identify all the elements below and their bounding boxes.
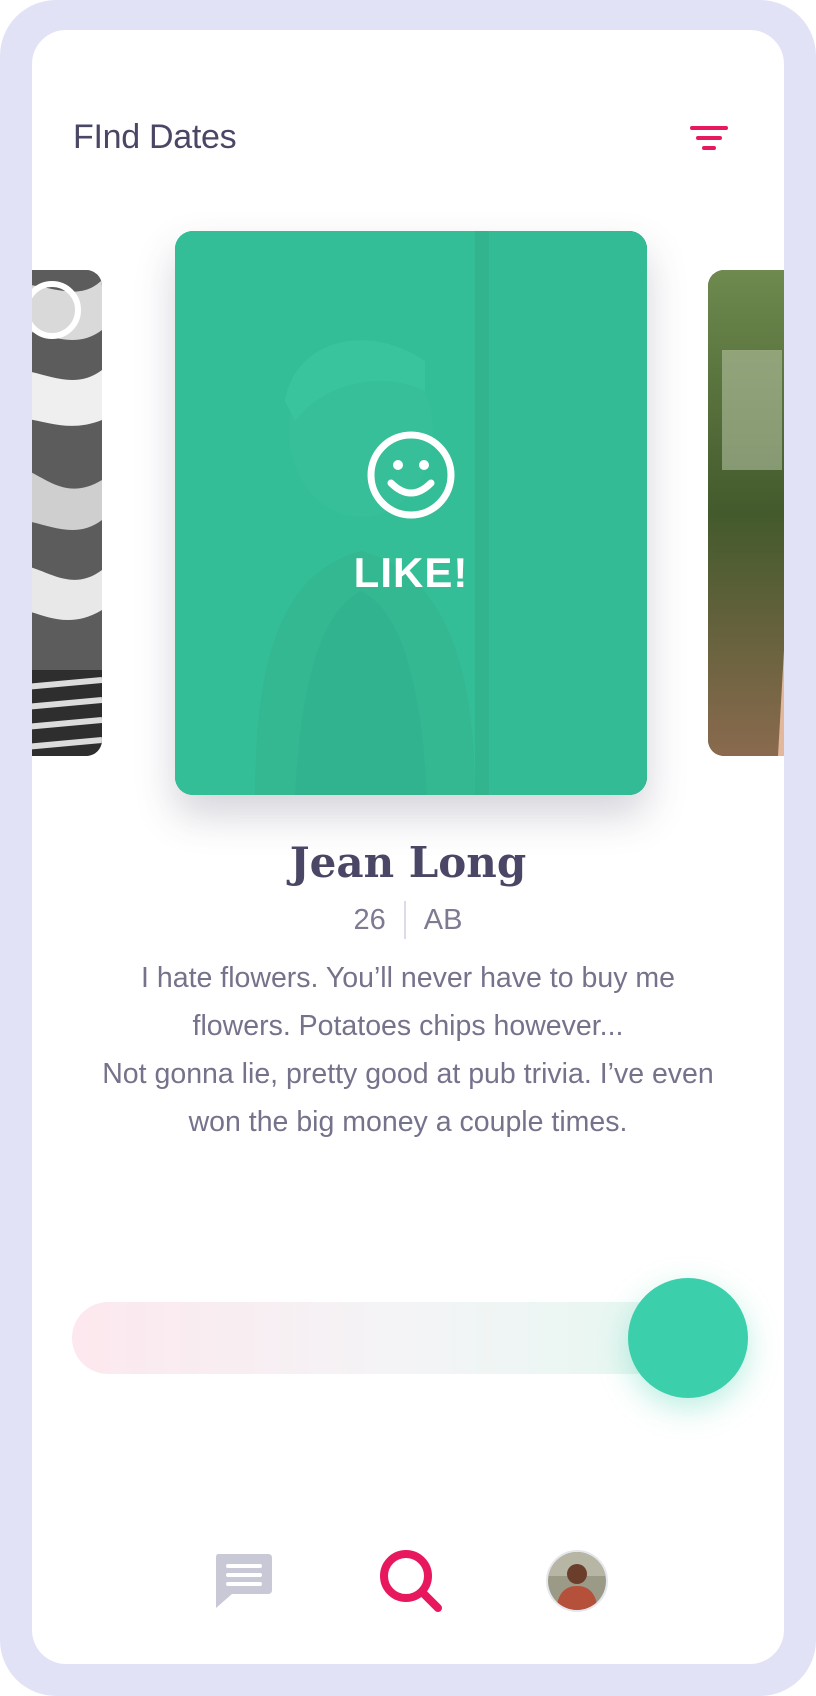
search-icon [380,1550,442,1612]
bio-line: flowers. Potatoes chips however... [192,1010,624,1042]
bio-line: I hate flowers. You’ll never have to buy… [141,962,675,994]
device-frame: FInd Dates LIKE! Jean Long 26 AB I hate … [0,0,816,1696]
profile-name: Jean Long [289,838,527,887]
avatar-photo [548,1552,606,1610]
page-title: FInd Dates [73,118,237,156]
profile-location: AB [423,903,463,936]
filter-button[interactable] [682,118,734,164]
like-label: LIKE! [353,549,469,596]
previous-profile-photo [32,270,102,756]
smile-icon [367,431,455,519]
next-profile-photo [708,270,784,756]
profile-age: 26 [353,903,386,936]
profile-bio: I hate flowers. You’ll never have to buy… [72,954,744,1146]
app-screen: FInd Dates LIKE! Jean Long 26 AB I hate … [32,30,784,1664]
previous-profile-card[interactable] [32,270,102,756]
profile-card[interactable]: LIKE! [175,231,647,795]
next-profile-card[interactable] [708,270,784,756]
swipe-slider-track[interactable] [72,1302,672,1374]
avatar[interactable] [546,1550,608,1612]
bio-line: won the big money a couple times. [188,1106,628,1138]
profile-meta: 26 AB [32,898,784,942]
nav-messages-button[interactable] [212,1552,274,1610]
chat-icon [216,1554,272,1608]
bio-line: Not gonna lie, pretty good at pub trivia… [102,1058,714,1090]
filter-icon [690,126,728,150]
swipe-slider-knob[interactable] [628,1278,748,1398]
nav-search-button[interactable] [376,1546,446,1616]
